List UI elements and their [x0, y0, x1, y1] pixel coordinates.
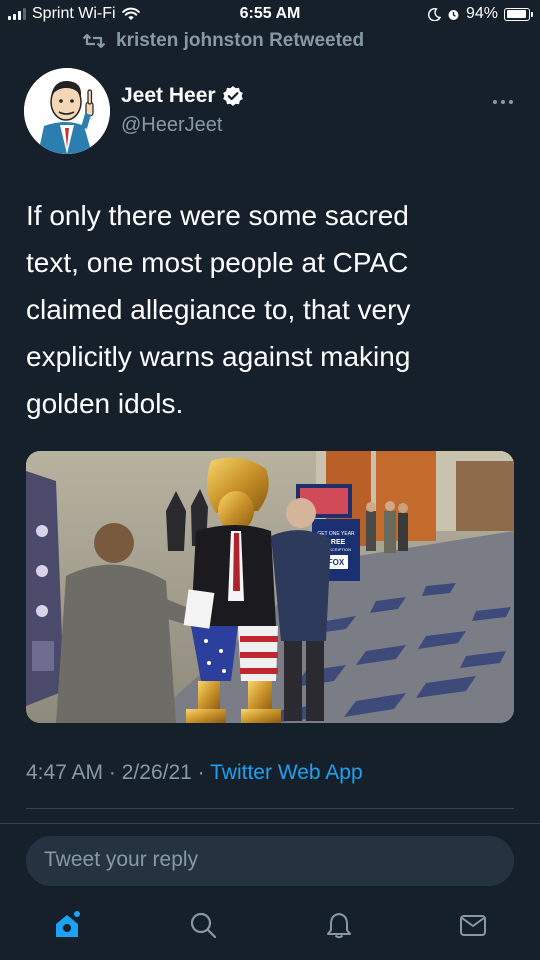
- battery-icon: [504, 7, 533, 21]
- tweet-source-link[interactable]: Twitter Web App: [210, 761, 363, 784]
- meta-separator: ·: [108, 761, 116, 784]
- notifications-icon: [327, 913, 351, 939]
- golden-statue-photo: GET ONE YEAR FREE SUBSCRIPTION FOX: [26, 451, 514, 723]
- verified-badge-icon: [222, 86, 243, 106]
- avatar-cartoon-image: [24, 68, 110, 154]
- status-right: 94%: [427, 5, 533, 23]
- meta-separator: ·: [197, 761, 205, 784]
- more-icon: [493, 100, 513, 104]
- moon-icon: [427, 7, 441, 21]
- status-bar: Sprint Wi-Fi 6:55 AM 94%: [0, 0, 540, 28]
- tab-bar: [0, 898, 540, 960]
- media-sign-logo: FOX: [328, 558, 345, 567]
- tab-messages[interactable]: [458, 910, 488, 940]
- tweet-meta: 4:47 AM · 2/26/21 · Twitter Web App: [26, 761, 363, 785]
- divider: [0, 823, 540, 824]
- reply-placeholder: Tweet your reply: [44, 848, 199, 871]
- tweet-text: If only there were some sacred text, one…: [26, 192, 516, 427]
- retweet-indicator[interactable]: kristen johnston Retweeted: [82, 30, 364, 52]
- more-options-button[interactable]: [492, 88, 514, 111]
- tweet-text-line: claimed allegiance to, that very: [26, 294, 411, 325]
- tab-home[interactable]: [52, 910, 82, 940]
- avatar[interactable]: [24, 68, 110, 154]
- messages-icon: [460, 915, 486, 936]
- author-name[interactable]: Jeet Heer: [121, 84, 244, 108]
- battery-percent: 94%: [465, 5, 498, 22]
- tweet-media-photo[interactable]: GET ONE YEAR FREE SUBSCRIPTION FOX: [26, 451, 514, 723]
- alarm-icon: [448, 9, 459, 20]
- author-name-text: Jeet Heer: [121, 84, 216, 107]
- search-icon: [190, 912, 217, 939]
- retweet-icon: [82, 33, 106, 49]
- tweet-text-line: explicitly warns against making: [26, 341, 411, 372]
- tab-search[interactable]: [188, 910, 218, 940]
- tweet-time: 4:47 AM: [26, 761, 104, 784]
- battery-fill: [506, 10, 527, 18]
- tweet-date: 2/26/21: [121, 761, 192, 784]
- divider: [26, 808, 514, 809]
- tweet-text-line: If only there were some sacred: [26, 200, 409, 231]
- home-icon: [56, 911, 80, 937]
- reply-input[interactable]: Tweet your reply: [26, 836, 514, 886]
- tweet-text-line: text, one most people at CPAC: [26, 247, 409, 278]
- tweet-text-line: golden idols.: [26, 388, 184, 419]
- tab-notifications[interactable]: [324, 910, 354, 940]
- author-handle[interactable]: @HeerJeet: [121, 114, 222, 137]
- retweet-label: kristen johnston Retweeted: [116, 30, 365, 51]
